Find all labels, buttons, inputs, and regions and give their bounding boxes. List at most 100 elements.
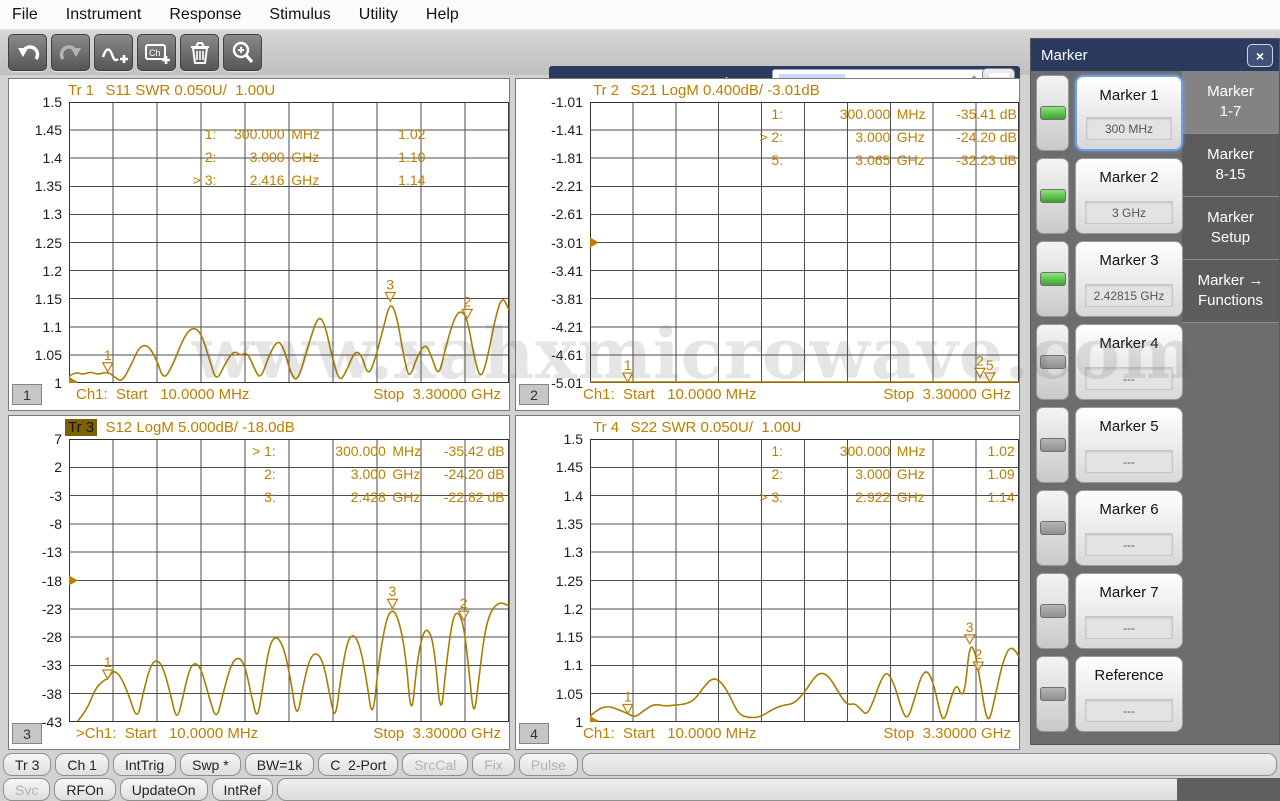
marker-number-label: 1 xyxy=(624,689,632,705)
tab-marker-setup[interactable]: MarkerSetup xyxy=(1182,197,1279,260)
tab-label-line1: Marker xyxy=(1182,82,1279,102)
led-indicator-icon xyxy=(1040,272,1066,286)
close-panel-button[interactable]: × xyxy=(1247,44,1273,67)
y-axis-tick: -3.41 xyxy=(551,263,583,279)
add-trace-button[interactable] xyxy=(94,34,133,71)
marker-number-label: 2 xyxy=(974,646,982,662)
trace-title: Tr 3 S12 LogM 5.000dB/ -18.0dB xyxy=(9,416,509,439)
tab-label-line2: Functions xyxy=(1182,291,1279,311)
menu-utility[interactable]: Utility xyxy=(359,6,398,24)
y-axis-tick: 1.35 xyxy=(35,178,62,194)
channel-badge: 3 xyxy=(12,723,42,744)
grid-svg: 125 xyxy=(590,102,1019,383)
status-swp-[interactable]: Swp * xyxy=(180,753,241,776)
plot-tr1-s11: Tr 1 S11 SWR 0.050U/ 1.00U1.51.451.41.35… xyxy=(8,78,510,411)
status-intref[interactable]: IntRef xyxy=(212,778,273,801)
status-updateon[interactable]: UpdateOn xyxy=(120,778,208,801)
trace-label[interactable]: Tr 3 xyxy=(65,419,97,436)
marker-triangle-icon xyxy=(103,363,113,372)
grid-svg: 132 xyxy=(69,439,509,722)
reference-level-arrow-icon xyxy=(590,716,599,722)
menu-bar: File Instrument Response Stimulus Utilit… xyxy=(0,0,1280,30)
trace-label[interactable]: Tr 1 xyxy=(65,82,97,99)
x-axis: 2Ch1: Start 10.0000 MHzStop 3.30000 GHz xyxy=(516,383,1019,406)
start-frequency-label: Ch1: Start 10.0000 MHz xyxy=(76,386,249,403)
zoom-button[interactable] xyxy=(223,34,262,71)
y-axis-tick: -4.21 xyxy=(551,319,583,335)
marker-enable-toggle[interactable] xyxy=(1036,573,1069,649)
x-axis: 1Ch1: Start 10.0000 MHzStop 3.30000 GHz xyxy=(9,383,509,406)
menu-stimulus[interactable]: Stimulus xyxy=(269,6,330,24)
y-axis-tick: 1.1 xyxy=(564,657,583,673)
y-axis-tick: -13 xyxy=(42,544,62,560)
channel-badge: 1 xyxy=(12,384,42,405)
plot-grid: 132> 1:300.000MHz-35.42 dB2:3.000GHz-24.… xyxy=(69,439,509,722)
status-c-2-port[interactable]: C 2-Port xyxy=(318,753,398,776)
marker-enable-toggle[interactable] xyxy=(1036,407,1069,483)
marker-enable-toggle[interactable] xyxy=(1036,241,1069,317)
marker-2-button[interactable]: Marker 23 GHz xyxy=(1075,158,1183,234)
delete-button[interactable] xyxy=(180,34,219,71)
y-axis-tick: -5.01 xyxy=(551,375,583,391)
tab-marker-1-7[interactable]: Marker1-7 xyxy=(1182,71,1279,134)
trace-label[interactable]: Tr 4 xyxy=(590,419,622,436)
status-srccal[interactable]: SrcCal xyxy=(402,753,468,776)
reference-button[interactable]: Reference--- xyxy=(1075,656,1183,732)
y-axis-tick: 1.15 xyxy=(556,629,583,645)
tab-marker--functions[interactable]: Marker →Functions xyxy=(1182,260,1279,323)
redo-icon xyxy=(58,40,84,66)
trace-format-text: S21 LogM 0.400dB/ -3.01dB xyxy=(622,82,820,99)
y-axis: 1.51.451.41.351.31.251.21.151.11.051 xyxy=(516,439,590,722)
y-axis-tick: 1.5 xyxy=(43,94,62,110)
y-axis: 1.51.451.41.351.31.251.21.151.11.051 xyxy=(9,102,69,383)
status-rfon[interactable]: RFOn xyxy=(54,778,115,801)
marker-row-marker-2: Marker 23 GHz xyxy=(1036,158,1184,234)
marker-enable-toggle[interactable] xyxy=(1036,324,1069,400)
status-inttrig[interactable]: IntTrig xyxy=(113,753,176,776)
marker-3-button[interactable]: Marker 32.42815 GHz xyxy=(1075,241,1183,317)
marker-enable-toggle[interactable] xyxy=(1036,75,1069,151)
marker-4-button[interactable]: Marker 4--- xyxy=(1075,324,1183,400)
status-ch-1[interactable]: Ch 1 xyxy=(55,753,109,776)
add-channel-button[interactable]: Ch xyxy=(137,34,176,71)
marker-6-button[interactable]: Marker 6--- xyxy=(1075,490,1183,566)
channel-badge: 2 xyxy=(519,384,549,405)
undo-button[interactable] xyxy=(8,34,47,71)
close-icon: × xyxy=(1256,48,1264,64)
status-bw-1k[interactable]: BW=1k xyxy=(245,753,315,776)
plot-tr3-s12: Tr 3 S12 LogM 5.000dB/ -18.0dB72-3-8-13-… xyxy=(8,415,510,750)
trace-label[interactable]: Tr 2 xyxy=(590,82,622,99)
marker-panel: Marker × Marker1-7Marker8-15MarkerSetupM… xyxy=(1030,38,1280,745)
menu-response[interactable]: Response xyxy=(169,6,241,24)
status-empty-area xyxy=(582,753,1277,776)
y-axis-tick: 1.5 xyxy=(564,431,583,447)
status-fix[interactable]: Fix xyxy=(472,753,515,776)
status-svc[interactable]: Svc xyxy=(3,778,50,801)
marker-enable-toggle[interactable] xyxy=(1036,656,1069,732)
redo-button[interactable] xyxy=(51,34,90,71)
plot-tr2-s21: Tr 2 S21 LogM 0.400dB/ -3.01dB-1.01-1.41… xyxy=(515,78,1020,411)
marker-button-value: --- xyxy=(1085,699,1173,722)
tab-marker-8-15[interactable]: Marker8-15 xyxy=(1182,134,1279,197)
led-indicator-icon xyxy=(1040,438,1066,452)
marker-enable-toggle[interactable] xyxy=(1036,490,1069,566)
status-tr-3[interactable]: Tr 3 xyxy=(3,753,51,776)
x-axis: 3>Ch1: Start 10.0000 MHzStop 3.30000 GHz xyxy=(9,722,509,745)
marker-number-label: 2 xyxy=(463,293,471,309)
marker-5-button[interactable]: Marker 5--- xyxy=(1075,407,1183,483)
led-indicator-icon xyxy=(1040,355,1066,369)
marker-button-label: Marker 6 xyxy=(1076,501,1182,518)
marker-triangle-icon xyxy=(973,662,983,671)
marker-enable-toggle[interactable] xyxy=(1036,158,1069,234)
menu-file[interactable]: File xyxy=(12,6,38,24)
trace-title: Tr 2 S21 LogM 0.400dB/ -3.01dB xyxy=(516,79,1019,102)
menu-instrument[interactable]: Instrument xyxy=(66,6,142,24)
marker-1-button[interactable]: Marker 1300 MHz xyxy=(1075,75,1183,151)
y-axis-tick: -2.21 xyxy=(551,178,583,194)
marker-7-button[interactable]: Marker 7--- xyxy=(1075,573,1183,649)
status-corner-area xyxy=(1177,778,1280,801)
led-indicator-icon xyxy=(1040,189,1066,203)
delete-icon xyxy=(188,40,212,66)
status-pulse[interactable]: Pulse xyxy=(519,753,578,776)
menu-help[interactable]: Help xyxy=(426,6,459,24)
